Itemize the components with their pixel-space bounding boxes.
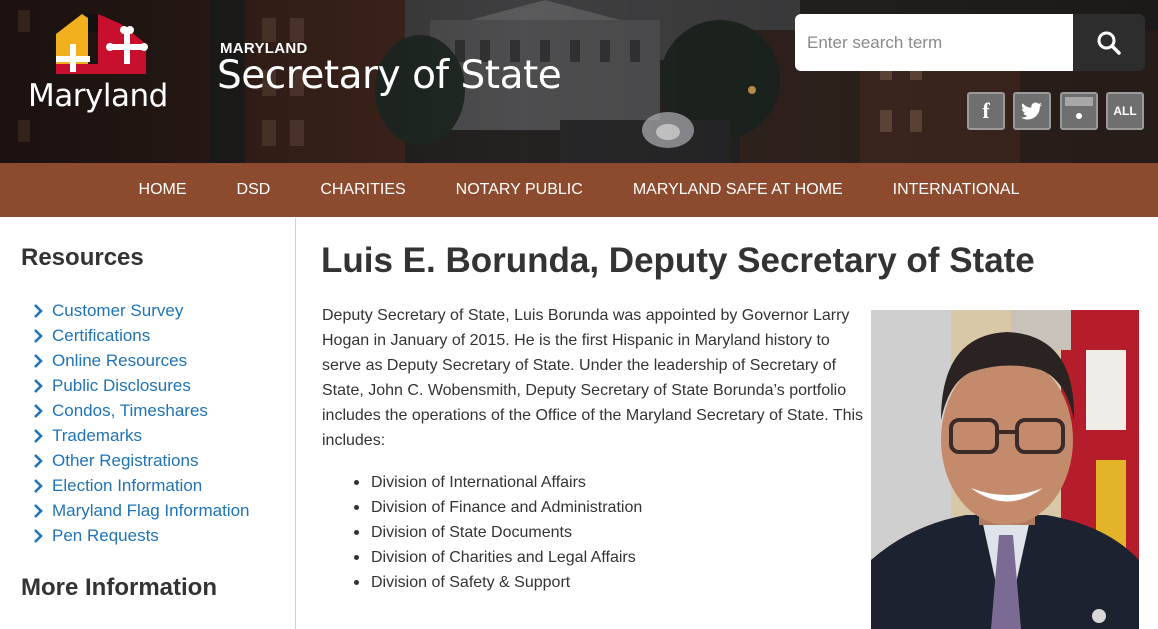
sidebar-link-label: Maryland Flag Information [52, 500, 250, 520]
sidebar-link-label: Public Disclosures [52, 375, 191, 395]
chevron-right-icon [34, 453, 43, 468]
list-item: Division of International Affairs [354, 470, 642, 495]
sidebar-link-label: Certifications [52, 325, 151, 345]
sidebar-link-label: Other Registrations [52, 450, 199, 470]
facebook-icon[interactable]: f [967, 92, 1005, 130]
list-item: Division of Safety & Support [354, 570, 642, 595]
sidebar-link-election-information[interactable]: Election Information [32, 473, 249, 498]
nav-dsd[interactable]: DSD [212, 181, 296, 199]
chevron-right-icon [34, 403, 43, 418]
sidebar-heading-resources: Resources [21, 244, 144, 271]
sidebar-link-label: Condos, Timeshares [52, 400, 208, 420]
search-form [795, 14, 1145, 71]
chevron-right-icon [34, 428, 43, 443]
sidebar-link-label: Customer Survey [52, 300, 184, 320]
maryland-logo-text: Maryland [28, 78, 168, 114]
chevron-right-icon [34, 353, 43, 368]
nav-home[interactable]: HOME [114, 181, 212, 199]
bio-paragraph: Deputy Secretary of State, Luis Borunda … [322, 307, 864, 449]
sidebar-link-online-resources[interactable]: Online Resources [32, 348, 249, 373]
chevron-right-icon [34, 378, 43, 393]
list-item: Division of Finance and Administration [354, 495, 642, 520]
sidebar: Resources Customer Survey Certifications… [0, 218, 296, 629]
sidebar-link-label: Pen Requests [52, 525, 159, 545]
resources-list: Customer Survey Certifications Online Re… [32, 298, 249, 548]
nav-charities[interactable]: CHARITIES [295, 181, 430, 199]
twitter-bird-glyph [1021, 102, 1042, 120]
search-input[interactable] [795, 14, 1073, 71]
list-item: Division of Charities and Legal Affairs [354, 545, 642, 570]
nav-notary-public[interactable]: NOTARY PUBLIC [431, 181, 608, 199]
sidebar-heading-more-information: More Information [21, 574, 217, 601]
sidebar-link-condos-timeshares[interactable]: Condos, Timeshares [32, 398, 249, 423]
chevron-right-icon [34, 328, 43, 343]
main-navigation: HOME DSD CHARITIES NOTARY PUBLIC MARYLAN… [0, 163, 1158, 217]
all-social-icon[interactable]: ALL [1106, 92, 1144, 130]
sidebar-link-label: Election Information [52, 475, 203, 495]
list-item: Division of State Documents [354, 520, 642, 545]
sidebar-link-customer-survey[interactable]: Customer Survey [32, 298, 249, 323]
site-header: Maryland MARYLAND Secretary of State f A… [0, 0, 1158, 163]
page-title: Luis E. Borunda, Deputy Secretary of Sta… [321, 241, 1035, 280]
search-button[interactable] [1073, 14, 1145, 71]
divisions-list: Division of International Affairs Divisi… [354, 470, 642, 595]
brand-title[interactable]: Secretary of State [217, 53, 562, 98]
twitter-icon[interactable] [1013, 92, 1051, 130]
sidebar-link-trademarks[interactable]: Trademarks [32, 423, 249, 448]
portrait-photo [871, 310, 1139, 629]
sidebar-link-certifications[interactable]: Certifications [32, 323, 249, 348]
search-icon [1097, 31, 1121, 55]
sidebar-link-maryland-flag-information[interactable]: Maryland Flag Information [32, 498, 249, 523]
nav-maryland-safe-at-home[interactable]: MARYLAND SAFE AT HOME [608, 181, 868, 199]
sidebar-link-pen-requests[interactable]: Pen Requests [32, 523, 249, 548]
sidebar-link-label: Trademarks [52, 425, 143, 445]
flickr-icon[interactable] [1060, 92, 1098, 130]
chevron-right-icon [34, 478, 43, 493]
sidebar-link-label: Online Resources [52, 350, 188, 370]
sidebar-link-public-disclosures[interactable]: Public Disclosures [32, 373, 249, 398]
flickr-glyph [1065, 97, 1093, 119]
chevron-right-icon [34, 503, 43, 518]
nav-international[interactable]: INTERNATIONAL [868, 181, 1045, 199]
chevron-right-icon [34, 528, 43, 543]
chevron-right-icon [34, 303, 43, 318]
sidebar-link-other-registrations[interactable]: Other Registrations [32, 448, 249, 473]
